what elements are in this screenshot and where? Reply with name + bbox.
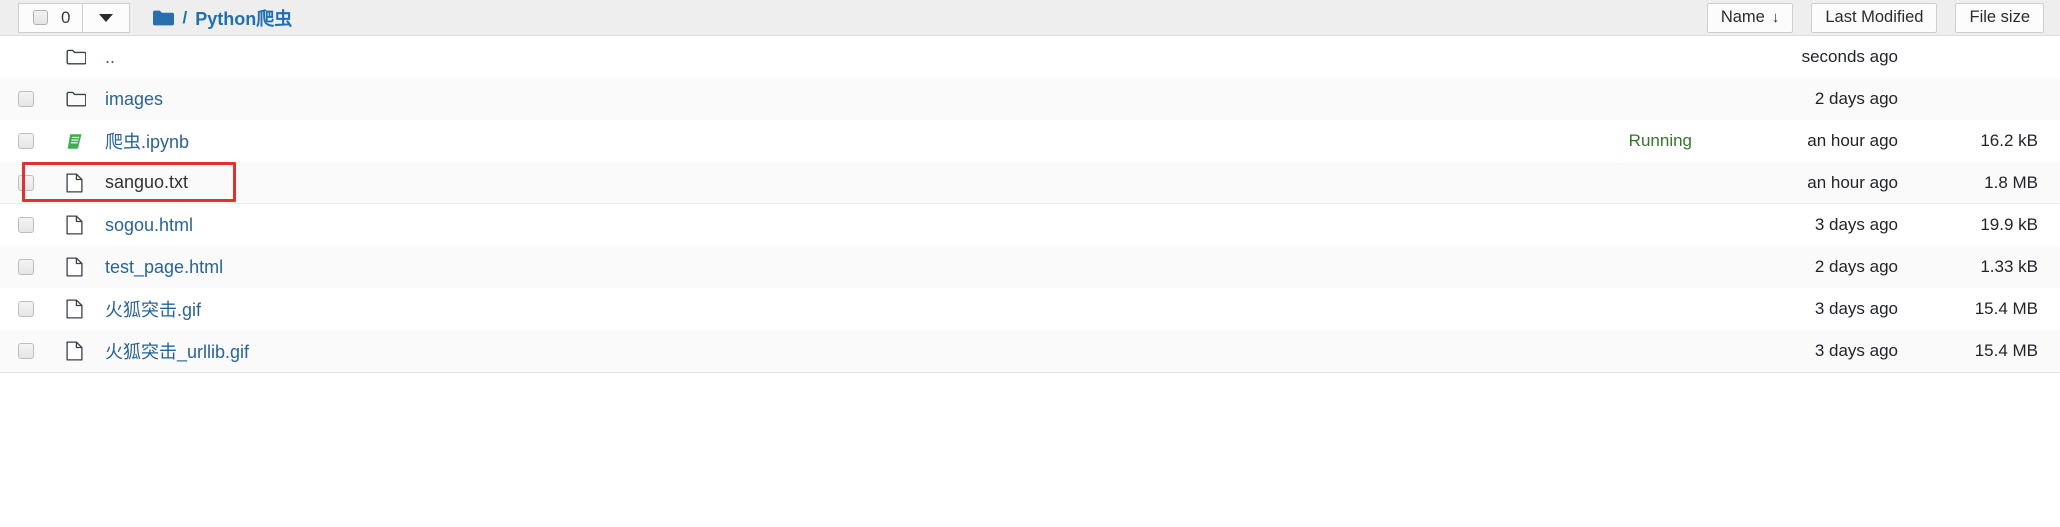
sort-by-last-modified-label: Last Modified	[1825, 8, 1924, 26]
file-icon	[52, 172, 96, 193]
file-name-label[interactable]: ..	[96, 47, 1562, 68]
table-row[interactable]: 爬虫.ipynb Running an hour ago 16.2 kB	[0, 120, 2060, 162]
sort-descending-arrow-icon: ↓	[1771, 9, 1780, 26]
file-size-label: 1.8 MB	[1984, 172, 2038, 192]
folder-icon	[52, 49, 96, 66]
row-checkbox-cell	[0, 91, 52, 107]
file-name-label[interactable]: 火狐突击.gif	[96, 296, 1562, 322]
file-name-label[interactable]: test_page.html	[96, 257, 1562, 278]
last-modified-label: 3 days ago	[1814, 215, 1898, 234]
selection-dropdown-button[interactable]	[82, 2, 131, 33]
file-name-label[interactable]: 爬虫.ipynb	[96, 128, 1562, 154]
last-modified-label: seconds ago	[1801, 47, 1898, 66]
file-icon	[52, 257, 96, 277]
chevron-down-icon	[99, 13, 114, 22]
row-checkbox-cell	[0, 174, 52, 191]
last-modified-label: 3 days ago	[1814, 341, 1898, 360]
breadcrumb-current-folder[interactable]: Python爬虫	[195, 5, 292, 31]
sort-by-name-button[interactable]: Name ↓	[1706, 2, 1794, 33]
folder-icon	[52, 91, 96, 108]
file-size-label: 1.33 kB	[1980, 257, 2038, 276]
file-size-label: 15.4 MB	[1974, 341, 2038, 360]
row-checkbox-cell	[0, 301, 52, 317]
file-icon	[52, 341, 96, 361]
file-name-label[interactable]: 火狐突击_urllib.gif	[96, 338, 1562, 364]
breadcrumb-separator: /	[182, 7, 188, 27]
file-size-label: 19.9 kB	[1980, 215, 2038, 234]
table-row[interactable]: sanguo.txt an hour ago 1.8 MB	[0, 162, 2060, 204]
row-checkbox[interactable]	[18, 133, 34, 149]
select-all-checkbox[interactable]	[33, 10, 48, 25]
file-icon	[52, 299, 96, 319]
row-checkbox[interactable]	[18, 301, 34, 317]
table-row[interactable]: 火狐突击_urllib.gif 3 days ago 15.4 MB	[0, 330, 2060, 372]
table-row[interactable]: images 2 days ago	[0, 78, 2060, 120]
last-modified-label: 3 days ago	[1814, 299, 1898, 318]
last-modified-label: 2 days ago	[1814, 89, 1898, 108]
row-checkbox[interactable]	[18, 259, 34, 275]
notebook-icon	[52, 132, 96, 151]
last-modified-label: an hour ago	[1807, 131, 1898, 150]
status-badge: Running	[1628, 131, 1692, 150]
select-all-button[interactable]: 0	[18, 2, 83, 33]
file-size-label: 15.4 MB	[1974, 299, 2038, 318]
table-row[interactable]: sogou.html 3 days ago 19.9 kB	[0, 204, 2060, 246]
table-row[interactable]: test_page.html 2 days ago 1.33 kB	[0, 246, 2060, 288]
file-size-label: 16.2 kB	[1980, 131, 2038, 150]
sort-by-file-size-button[interactable]: File size	[1955, 2, 2044, 33]
row-checkbox[interactable]	[18, 217, 34, 233]
file-browser-toolbar: 0 / Python爬虫 Name ↓ Last Modified File s…	[0, 0, 2060, 36]
row-checkbox-cell	[0, 259, 52, 275]
file-list: .. seconds ago images 2 days ago 爬虫.ipynb Run…	[0, 36, 2060, 373]
row-checkbox[interactable]	[18, 91, 34, 107]
file-name-label[interactable]: images	[96, 89, 1562, 110]
sort-by-file-size-label: File size	[1969, 8, 2030, 26]
selected-count-label: 0	[61, 8, 71, 27]
file-name-label: sanguo.txt	[105, 172, 189, 192]
row-checkbox[interactable]	[18, 343, 34, 359]
last-modified-label: 2 days ago	[1814, 257, 1898, 276]
row-checkbox-cell	[0, 133, 52, 149]
file-browser: 0 / Python爬虫 Name ↓ Last Modified File s…	[0, 0, 2060, 527]
selection-button-group: 0	[18, 2, 131, 33]
file-icon	[52, 215, 96, 235]
row-checkbox-cell	[0, 343, 52, 359]
sort-by-last-modified-button[interactable]: Last Modified	[1811, 2, 1938, 33]
table-row[interactable]: 火狐突击.gif 3 days ago 15.4 MB	[0, 288, 2060, 330]
last-modified-label: an hour ago	[1807, 172, 1898, 192]
sort-controls: Name ↓ Last Modified File size	[1706, 2, 2044, 33]
folder-icon[interactable]	[152, 9, 175, 27]
row-checkbox[interactable]	[18, 174, 34, 191]
row-checkbox-cell	[0, 217, 52, 233]
sort-by-name-label: Name	[1720, 8, 1765, 26]
file-name-label[interactable]: sogou.html	[96, 215, 1562, 236]
table-row[interactable]: .. seconds ago	[0, 36, 2060, 78]
breadcrumb: / Python爬虫	[152, 5, 292, 31]
